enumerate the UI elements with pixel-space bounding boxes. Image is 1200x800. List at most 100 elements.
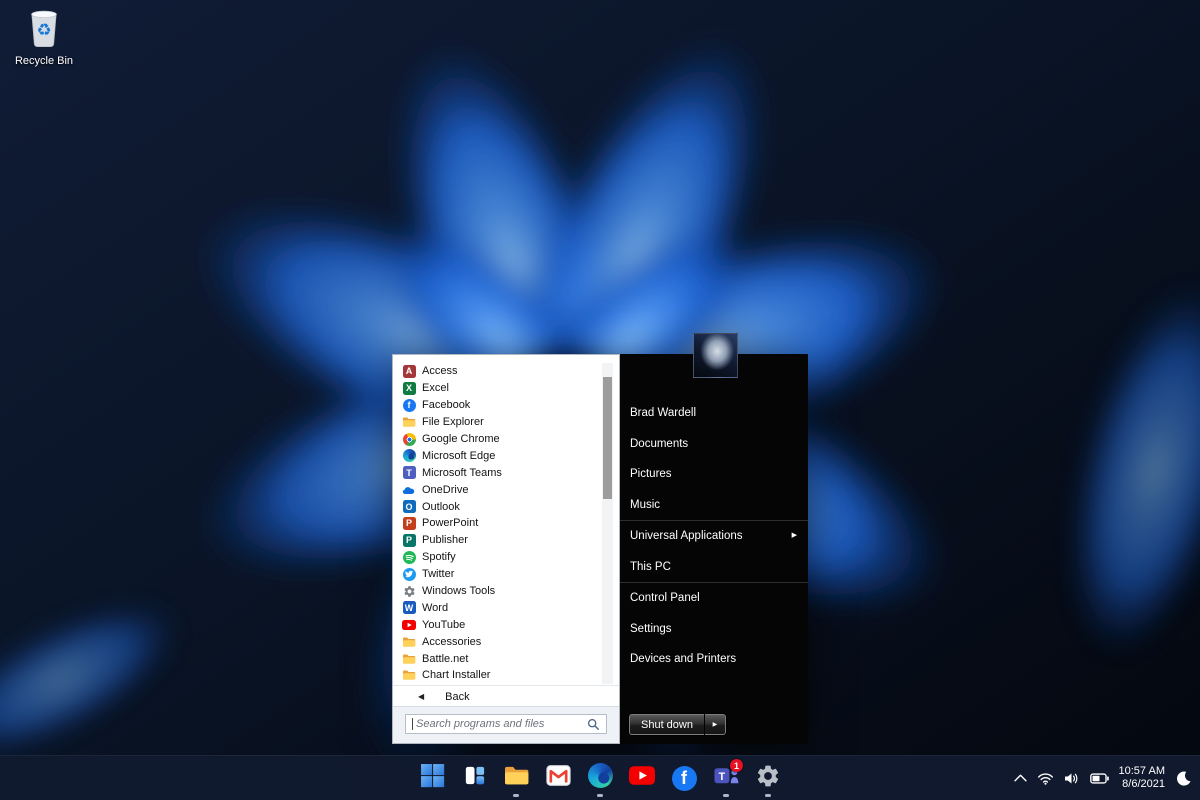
app-item-spotify[interactable]: Spotify	[402, 549, 594, 566]
app-item-label: Access	[422, 365, 458, 378]
spotify-icon	[402, 550, 416, 564]
text-caret	[412, 718, 413, 730]
taskbar-gmail-button[interactable]	[542, 758, 574, 798]
start-link-control-panel[interactable]: Control Panel	[620, 583, 808, 614]
taskbar: f T 1 10:57 AM 8/6/2021	[0, 755, 1200, 800]
notification-badge: 1	[730, 759, 743, 772]
app-item-label: Google Chrome	[422, 433, 500, 445]
recycle-bin-glyph: ♻	[4, 6, 84, 53]
taskbar-edge-button[interactable]	[584, 758, 616, 798]
app-item-label: Twitter	[422, 568, 455, 581]
app-item-microsoft-teams[interactable]: T Microsoft Teams	[402, 464, 594, 481]
taskbar-youtube-button[interactable]	[626, 758, 658, 798]
search-icon[interactable]	[587, 718, 600, 731]
start-menu-right-panel: Brad Wardell Documents Pictures Music Unive…	[620, 333, 808, 744]
taskbar-start-button[interactable]	[416, 758, 448, 798]
app-item-outlook[interactable]: O Outlook	[402, 498, 594, 515]
app-item-windows-tools[interactable]: Windows Tools	[402, 583, 594, 600]
shut-down-options-button[interactable]: ▶	[704, 714, 726, 735]
volume-icon[interactable]	[1064, 772, 1080, 785]
file-explorer-icon	[503, 764, 530, 792]
svg-text:♻: ♻	[36, 19, 51, 39]
search-area: Search programs and files	[393, 706, 619, 743]
app-item-word[interactable]: W Word	[402, 599, 594, 616]
user-avatar[interactable]	[693, 333, 738, 378]
taskbar-facebook-button[interactable]: f	[668, 758, 700, 798]
app-item-label: Publisher	[422, 534, 468, 547]
twitter-icon	[402, 567, 416, 581]
app-item-label: Outlook	[422, 500, 460, 513]
svg-text:T: T	[718, 771, 725, 783]
shut-down-label: Shut down	[641, 718, 693, 731]
app-item-twitter[interactable]: Twitter	[402, 566, 594, 583]
back-button[interactable]: ◀ Back	[393, 685, 619, 707]
desktop[interactable]: ♻ Recycle Bin A Access X Excel f Faceboo…	[0, 0, 1200, 800]
right-panel-list: Brad Wardell Documents Pictures Music Unive…	[620, 398, 808, 675]
app-item-youtube[interactable]: YouTube	[402, 616, 594, 633]
taskbar-settings-button[interactable]	[752, 758, 784, 798]
taskbar-file-explorer-button[interactable]	[500, 758, 532, 798]
powerpoint-icon: P	[402, 516, 416, 530]
taskbar-teams-button[interactable]: T 1	[710, 758, 743, 798]
app-item-chart-installer[interactable]: Chart Installer	[402, 667, 594, 684]
gear-icon	[402, 584, 416, 598]
app-item-facebook[interactable]: f Facebook	[402, 397, 594, 414]
wifi-icon[interactable]	[1037, 772, 1054, 785]
recycle-bin-label: Recycle Bin	[14, 55, 74, 67]
edge-icon	[587, 763, 613, 793]
teams-icon: T	[402, 466, 416, 480]
app-item-label: File Explorer	[422, 416, 484, 429]
access-icon: A	[402, 364, 416, 378]
scrollbar-thumb[interactable]	[603, 377, 612, 499]
start-link-universal-applications[interactable]: Universal Applications ▶	[620, 521, 808, 552]
tray-clock[interactable]: 10:57 AM 8/6/2021	[1119, 765, 1165, 792]
search-input[interactable]: Search programs and files	[405, 714, 607, 734]
start-link-this-pc[interactable]: This PC	[620, 552, 808, 583]
tray-chevron-up-icon[interactable]	[1013, 774, 1027, 782]
app-item-label: Word	[422, 601, 449, 614]
app-list: A Access X Excel f Facebook File Explore…	[402, 363, 594, 684]
facebook-icon: f	[402, 398, 416, 412]
app-item-label: Facebook	[422, 399, 471, 412]
start-link-music[interactable]: Music	[620, 490, 808, 521]
start-link-documents[interactable]: Documents	[620, 429, 808, 460]
running-indicator	[723, 794, 729, 797]
app-item-battle-net[interactable]: Battle.net	[402, 650, 594, 667]
folder-icon	[402, 652, 416, 666]
start-link-devices-and-printers[interactable]: Devices and Printers	[620, 644, 808, 675]
folder-icon	[402, 415, 416, 429]
start-menu: A Access X Excel f Facebook File Explore…	[392, 333, 808, 744]
focus-assist-moon-icon[interactable]	[1175, 770, 1192, 787]
app-item-publisher[interactable]: P Publisher	[402, 532, 594, 549]
app-item-accessories[interactable]: Accessories	[402, 633, 594, 650]
back-arrow-icon: ◀	[418, 692, 425, 701]
app-item-label: Battle.net	[422, 652, 469, 665]
app-item-label: Microsoft Edge	[422, 449, 496, 462]
app-item-label: Chart Installer	[422, 669, 491, 682]
start-link-settings[interactable]: Settings	[620, 614, 808, 645]
app-item-powerpoint[interactable]: P PowerPoint	[402, 515, 594, 532]
onedrive-icon	[402, 483, 416, 497]
app-item-file-explorer[interactable]: File Explorer	[402, 414, 594, 431]
app-list-scrollbar[interactable]	[602, 363, 613, 684]
shut-down-button[interactable]: Shut down	[629, 714, 705, 735]
submenu-arrow-icon: ▶	[791, 532, 797, 539]
outlook-icon: O	[402, 500, 416, 514]
user-name-item[interactable]: Brad Wardell	[620, 398, 808, 429]
recycle-bin-icon[interactable]: ♻ Recycle Bin	[4, 6, 84, 67]
app-item-label: PowerPoint	[422, 517, 479, 530]
taskbar-icons: f T 1	[416, 758, 784, 798]
tray-time: 10:57 AM	[1118, 764, 1165, 777]
app-item-label: Microsoft Teams	[422, 466, 502, 479]
start-link-pictures[interactable]: Pictures	[620, 459, 808, 490]
folder-icon	[402, 668, 416, 682]
taskbar-task-view-button[interactable]	[458, 758, 490, 798]
app-item-access[interactable]: A Access	[402, 363, 594, 380]
app-item-google-chrome[interactable]: Google Chrome	[402, 431, 594, 448]
app-item-microsoft-edge[interactable]: Microsoft Edge	[402, 447, 594, 464]
battery-icon[interactable]	[1089, 772, 1109, 784]
running-indicator	[765, 794, 771, 797]
back-label: Back	[445, 690, 470, 703]
app-item-excel[interactable]: X Excel	[402, 380, 594, 397]
app-item-onedrive[interactable]: OneDrive	[402, 481, 594, 498]
